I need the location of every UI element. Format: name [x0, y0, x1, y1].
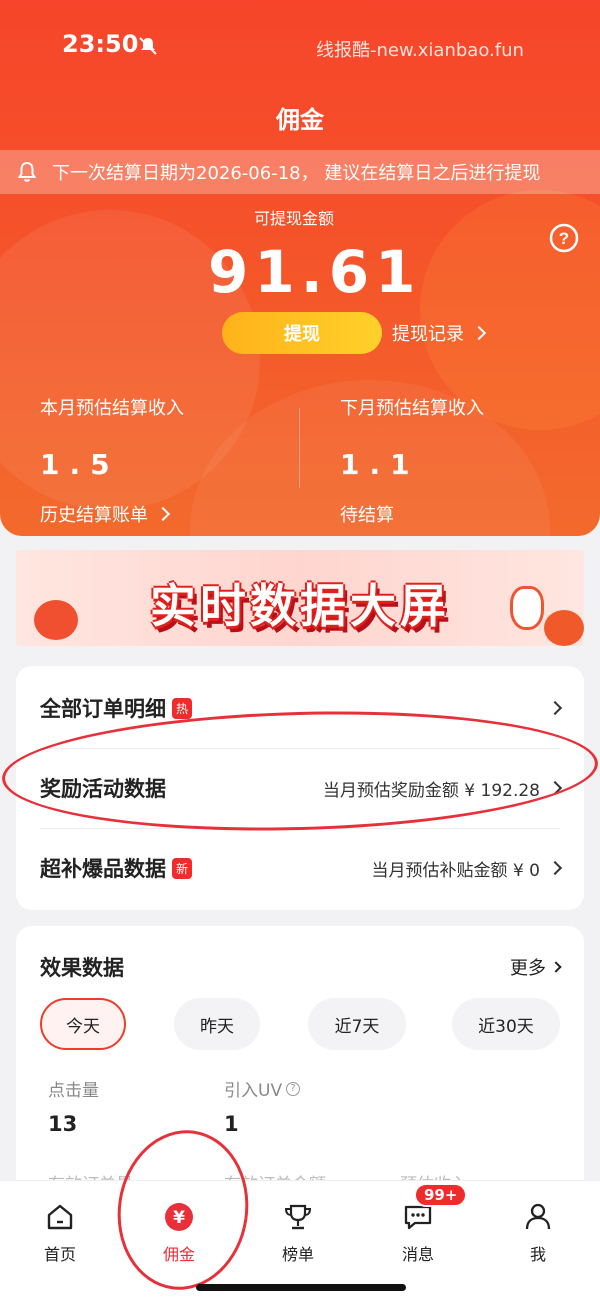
tab-30days[interactable]: 近30天	[452, 998, 560, 1050]
pending-settlement[interactable]: 待结算	[340, 501, 484, 527]
help-icon[interactable]: ?	[548, 222, 580, 254]
row-title: 奖励活动数据	[40, 777, 166, 801]
home-indicator[interactable]	[196, 1284, 406, 1291]
decor-coin	[544, 610, 584, 646]
realtime-data-banner[interactable]: 实时数据大屏	[16, 550, 584, 646]
order-data-card: 全部订单明细 热 奖励活动数据 当月预估奖励金额 ¥ 192.28 超补爆品数据…	[16, 666, 584, 910]
pending-label: 待结算	[340, 505, 394, 526]
metric-label: 点击量	[48, 1081, 99, 1101]
row-subsidy-products[interactable]: 超补爆品数据 新 当月预估补贴金额 ¥ 0	[16, 828, 584, 908]
withdraw-button[interactable]: 提现	[222, 312, 382, 354]
user-icon	[525, 1203, 551, 1230]
subsidy-amount: 当月预估补贴金额 ¥ 0	[371, 860, 540, 881]
divider	[299, 408, 300, 488]
svg-text:?: ?	[559, 229, 569, 248]
tab-today[interactable]: 今天	[40, 998, 126, 1050]
message-count-badge: 99+	[414, 1183, 468, 1207]
metric-label: 引入UV	[224, 1081, 283, 1101]
chevron-right-icon	[547, 860, 563, 876]
next-month-value: 1.1	[340, 448, 420, 481]
performance-title: 效果数据	[40, 956, 124, 980]
tab-ranking[interactable]: 榜单	[258, 1201, 338, 1265]
tab-commission[interactable]: ¥ 佣金	[139, 1201, 219, 1265]
this-month-label: 本月预估结算收入	[40, 398, 184, 419]
notice-text: 下一次结算日期为2026-06-18， 建议在结算日之后进行提现	[52, 163, 541, 184]
row-all-orders[interactable]: 全部订单明细 热	[16, 668, 584, 748]
more-label: 更多	[510, 958, 546, 979]
clicks-value: 13	[48, 1112, 78, 1136]
tab-label: 首页	[43, 1245, 76, 1264]
chevron-right-icon	[547, 700, 563, 716]
home-icon	[47, 1204, 73, 1230]
new-badge: 新	[172, 857, 193, 879]
withdrawable-amount: 91.61	[208, 238, 422, 306]
tab-label: 我	[529, 1245, 546, 1264]
chevron-right-icon	[547, 780, 563, 796]
history-bill-label: 历史结算账单	[40, 505, 148, 526]
tab-7days[interactable]: 近7天	[308, 998, 406, 1050]
mascot-icon	[510, 586, 544, 630]
uv-value: 1	[224, 1112, 239, 1136]
chevron-right-icon	[550, 961, 562, 973]
next-month-label: 下月预估结算收入	[340, 398, 484, 419]
tab-yesterday[interactable]: 昨天	[174, 998, 260, 1050]
hot-badge: 热	[172, 697, 193, 719]
more-link[interactable]: 更多	[510, 954, 562, 980]
status-time: 23:50	[62, 30, 139, 58]
withdrawable-label: 可提现金额	[254, 209, 335, 228]
tab-messages[interactable]: 消息	[378, 1201, 458, 1265]
info-icon[interactable]: ?	[286, 1081, 301, 1096]
status-carrier: 线报酷-new.xianbao.fun	[316, 40, 524, 61]
clicks-label: 点击量	[48, 1076, 99, 1101]
history-bill-link[interactable]: 历史结算账单	[40, 501, 184, 527]
tab-home[interactable]: 首页	[20, 1201, 100, 1265]
bell-muted-icon	[139, 37, 157, 55]
withdraw-records-link[interactable]: 提现记录	[392, 320, 487, 346]
row-right	[540, 700, 563, 716]
withdraw-records-label: 提现记录	[392, 324, 464, 345]
chevron-right-icon	[155, 506, 171, 522]
tab-label: 榜单	[281, 1245, 314, 1264]
uv-label: 引入UV ?	[224, 1076, 301, 1101]
this-month-value: 1.5	[40, 448, 120, 481]
tab-label: 佣金	[162, 1245, 195, 1264]
row-right: 当月预估奖励金额 ¥ 192.28	[322, 776, 563, 801]
settlement-notice: 下一次结算日期为2026-06-18， 建议在结算日之后进行提现	[0, 150, 600, 194]
yuan-icon: ¥	[165, 1203, 193, 1231]
reward-amount: 当月预估奖励金额 ¥ 192.28	[322, 780, 540, 801]
row-right: 当月预估补贴金额 ¥ 0	[371, 856, 563, 881]
banner-title: 实时数据大屏	[150, 579, 450, 633]
row-reward-activity[interactable]: 奖励活动数据 当月预估奖励金额 ¥ 192.28	[16, 748, 584, 828]
tab-label: 消息	[401, 1245, 434, 1264]
chevron-right-icon	[471, 325, 487, 341]
tab-me[interactable]: 我	[498, 1201, 578, 1265]
this-month-income: 本月预估结算收入 1.5 历史结算账单	[40, 394, 184, 527]
trophy-icon	[284, 1204, 312, 1230]
svg-text:¥: ¥	[173, 1208, 185, 1228]
row-title: 超补爆品数据	[40, 857, 166, 881]
next-month-income: 下月预估结算收入 1.1 待结算	[340, 394, 484, 527]
bell-icon	[17, 161, 37, 182]
row-title: 全部订单明细	[40, 697, 166, 721]
page-title: 佣金	[276, 106, 324, 134]
